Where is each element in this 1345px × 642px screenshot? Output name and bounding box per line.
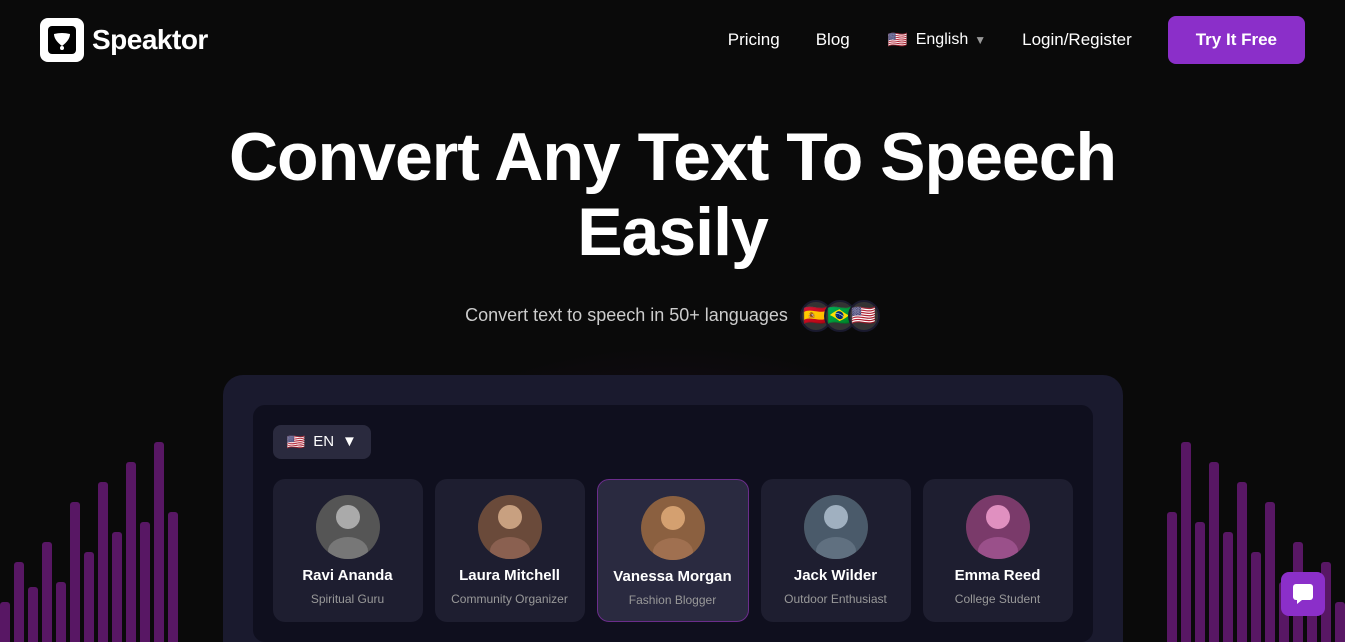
bar	[1251, 552, 1261, 642]
sound-bars-left	[0, 422, 178, 642]
avatar-emma	[966, 495, 1030, 559]
bar	[14, 562, 24, 642]
avatar-laura	[478, 495, 542, 559]
demo-container: 🇺🇸 EN ▼	[223, 375, 1123, 642]
bar	[56, 582, 66, 642]
demo-lang-code: EN	[313, 433, 334, 450]
blog-link[interactable]: Blog	[816, 30, 850, 50]
try-it-free-button[interactable]: Try It Free	[1168, 16, 1305, 64]
bar	[1265, 502, 1275, 642]
logo-text: Speaktor	[92, 24, 208, 56]
chat-button[interactable]	[1281, 572, 1325, 616]
bar	[1223, 532, 1233, 642]
demo-chevron-icon: ▼	[342, 433, 357, 450]
voice-card-laura[interactable]: Laura Mitchell Community Organizer	[435, 479, 585, 622]
bar	[28, 587, 38, 642]
login-register-link[interactable]: Login/Register	[1022, 30, 1132, 50]
bar	[154, 442, 164, 642]
voice-card-jack[interactable]: Jack Wilder Outdoor Enthusiast	[761, 479, 911, 622]
bar	[1237, 482, 1247, 642]
avatar-ravi	[316, 495, 380, 559]
logo-icon	[40, 18, 84, 62]
bar	[1209, 462, 1219, 642]
logo[interactable]: Speaktor	[40, 18, 208, 62]
bar	[1167, 512, 1177, 642]
voice-role-jack: Outdoor Enthusiast	[784, 592, 887, 606]
bar	[1181, 442, 1191, 642]
bar	[1195, 522, 1205, 642]
demo-language-selector[interactable]: 🇺🇸 EN ▼	[273, 425, 371, 459]
navbar: Speaktor Pricing Blog 🇺🇸 English ▼ Login…	[0, 0, 1345, 80]
voice-role-ravi: Spiritual Guru	[311, 592, 384, 606]
flag-usa: 🇺🇸	[848, 300, 880, 332]
flag-group: 🇪🇸 🇧🇷 🇺🇸	[800, 300, 880, 332]
voice-card-vanessa[interactable]: Vanessa Morgan Fashion Blogger	[597, 479, 749, 622]
hero-subtitle: Convert text to speech in 50+ languages …	[20, 300, 1325, 332]
voice-card-ravi[interactable]: Ravi Ananda Spiritual Guru	[273, 479, 423, 622]
pricing-link[interactable]: Pricing	[728, 30, 780, 50]
bar	[98, 482, 108, 642]
voice-card-emma[interactable]: Emma Reed College Student	[923, 479, 1073, 622]
subtitle-text: Convert text to speech in 50+ languages	[465, 305, 788, 326]
voice-name-ravi: Ravi Ananda	[302, 567, 392, 584]
voice-role-emma: College Student	[955, 592, 1040, 606]
bar	[42, 542, 52, 642]
demo-inner: 🇺🇸 EN ▼	[253, 405, 1093, 642]
bar	[140, 522, 150, 642]
nav-links: Pricing Blog 🇺🇸 English ▼ Login/Register…	[728, 16, 1305, 64]
demo-flag: 🇺🇸	[287, 433, 306, 451]
avatar-jack	[804, 495, 868, 559]
bar	[84, 552, 94, 642]
voice-role-vanessa: Fashion Blogger	[629, 593, 716, 607]
chevron-down-icon: ▼	[974, 33, 986, 47]
bar	[112, 532, 122, 642]
voice-name-jack: Jack Wilder	[794, 567, 877, 584]
hero-section: Convert Any Text To Speech Easily Conver…	[0, 80, 1345, 382]
bar	[126, 462, 136, 642]
hero-title: Convert Any Text To Speech Easily	[173, 120, 1173, 270]
voice-name-laura: Laura Mitchell	[459, 567, 560, 584]
bar	[70, 502, 80, 642]
language-selector[interactable]: 🇺🇸 English ▼	[886, 28, 986, 52]
voice-cards: Ravi Ananda Spiritual Guru	[273, 479, 1073, 622]
voice-name-vanessa: Vanessa Morgan	[613, 568, 731, 585]
voice-role-laura: Community Organizer	[451, 592, 568, 606]
avatar-vanessa	[641, 496, 705, 560]
us-flag: 🇺🇸	[886, 28, 910, 52]
language-label: English	[916, 31, 968, 49]
bar	[168, 512, 178, 642]
voice-name-emma: Emma Reed	[955, 567, 1041, 584]
